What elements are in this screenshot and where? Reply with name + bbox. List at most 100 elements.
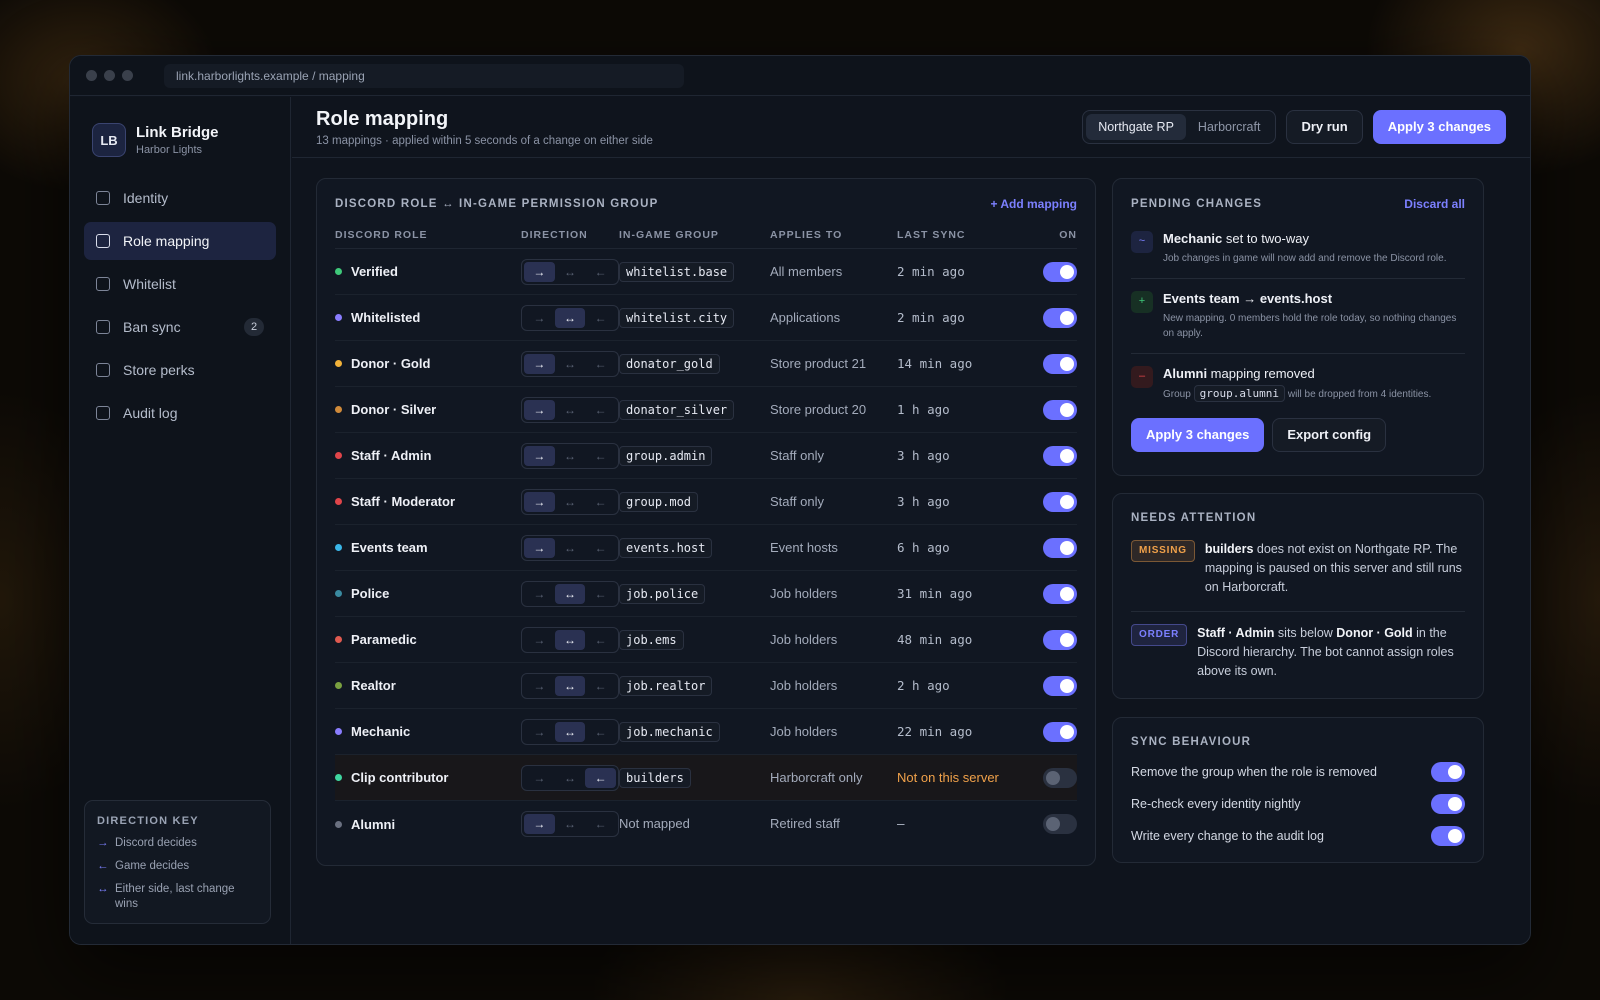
table-row[interactable]: Staff · Moderator → ↔ ← group.mod Staff only 3… [335,479,1077,525]
arrow-right-icon[interactable]: → [524,445,555,466]
discord-role-cell: Police [335,586,521,601]
arrow-left-icon[interactable]: ← [585,308,616,328]
table-row[interactable]: Verified → ↔ ← whitelist.base All members 2 mi… [335,249,1077,295]
apply-changes-button[interactable]: Apply 3 changes [1372,110,1506,144]
arrow-both-icon[interactable]: ↔ [555,262,586,282]
enabled-toggle[interactable] [1043,307,1077,328]
enabled-toggle[interactable] [1043,814,1077,834]
arrow-both-icon[interactable]: ↔ [555,538,586,558]
sidebar-item-ban-sync[interactable]: Ban sync 2 [84,308,276,346]
close-dot[interactable] [86,70,97,81]
enabled-toggle[interactable] [1043,675,1077,696]
table-row[interactable]: Events team → ↔ ← events.host Event hosts 6 h … [335,525,1077,571]
enabled-toggle[interactable] [1043,583,1077,604]
enabled-toggle[interactable] [1043,629,1077,650]
table-row[interactable]: Alumni → ↔ ← Not mapped Retired staff — [335,801,1077,847]
arrow-both-icon[interactable]: ↔ [555,492,586,512]
last-sync: 31 min ago [897,585,973,601]
arrow-both-icon[interactable]: ↔ [555,400,586,420]
enabled-toggle[interactable] [1043,537,1077,558]
column-header: DISCORD ROLE [335,229,428,241]
arrow-both-icon[interactable]: ↔ [555,768,586,788]
arrow-right-icon[interactable]: → [524,261,555,282]
arrow-both-icon[interactable]: ↔ [554,629,586,650]
arrow-both-icon[interactable]: ↔ [554,675,586,696]
add-mapping-link[interactable]: + Add mapping [990,197,1077,211]
discard-all-link[interactable]: Discard all [1404,197,1465,211]
arrow-right-icon[interactable]: → [524,491,555,512]
arrow-both-icon[interactable]: ↔ [555,814,586,834]
arrow-both-icon[interactable]: ↔ [555,354,586,374]
apply-changes-button-secondary[interactable]: Apply 3 changes [1131,418,1265,452]
minimize-dot[interactable] [104,70,115,81]
sync-setting-toggle[interactable] [1431,794,1465,814]
arrow-both-icon[interactable]: ↔ [554,307,586,328]
direction-key-row: → Discord decides [97,836,258,851]
app-window: link.harborlights.example / mapping LB L… [69,55,1531,945]
pending-change-item: ~ Mechanic set to two-way Job changes in g… [1131,219,1465,279]
url-bar[interactable]: link.harborlights.example / mapping [164,63,684,88]
direction-key-row: ↔ Either side, last change wins [97,882,258,912]
enabled-toggle[interactable] [1043,445,1077,466]
sidebar-item-whitelist[interactable]: Whitelist [84,265,276,303]
arrow-left-icon[interactable]: ← [585,354,616,374]
export-config-button[interactable]: Export config [1272,418,1387,452]
table-row[interactable]: Paramedic → ↔ ← job.ems Job holders 48 min ago [335,617,1077,663]
enabled-toggle[interactable] [1043,767,1077,788]
enabled-toggle[interactable] [1043,721,1077,742]
arrow-both-icon[interactable]: ↔ [554,721,586,742]
enabled-toggle[interactable] [1043,353,1077,374]
column-header: LAST SYNC [897,229,966,241]
arrow-right-icon[interactable]: → [524,814,555,834]
arrow-left-icon[interactable]: ← [585,446,616,466]
server-tab-northgate[interactable]: Northgate RP [1086,114,1186,140]
table-row[interactable]: Mechanic → ↔ ← job.mechanic Job holders 22 min… [335,709,1077,755]
sidebar-item-role-mapping[interactable]: Role mapping [84,222,276,260]
sidebar-item-audit-log[interactable]: Audit log [84,394,276,432]
sidebar-item-store-perks[interactable]: Store perks [84,351,276,389]
arrow-right-icon[interactable]: → [524,308,555,328]
ingame-group-cell: builders [619,767,770,788]
arrow-right-icon[interactable]: → [524,722,555,742]
arrow-left-icon[interactable]: ← [585,262,616,282]
table-row[interactable]: Donor · Silver → ↔ ← donator_silver Store pro… [335,387,1077,433]
server-tab-harborcraft[interactable]: Harborcraft [1186,114,1273,140]
table-row[interactable]: Whitelisted → ↔ ← whitelist.city Applications… [335,295,1077,341]
last-sync-cell: 6 h ago [897,539,1039,557]
arrow-right-icon[interactable]: → [524,768,555,788]
attention-text-part: Donor · Gold [1336,626,1413,640]
arrow-right-icon[interactable]: → [524,353,555,374]
table-row[interactable]: Realtor → ↔ ← job.realtor Job holders 2 h ago [335,663,1077,709]
table-row[interactable]: Donor · Gold → ↔ ← donator_gold Store product… [335,341,1077,387]
arrow-right-icon[interactable]: → [524,584,555,604]
direction-cell: → ↔ ← [521,718,619,745]
table-row[interactable]: Police → ↔ ← job.police Job holders 31 min ago [335,571,1077,617]
arrow-left-icon[interactable]: ← [585,492,616,512]
arrow-right-icon[interactable]: → [524,630,555,650]
arrow-left-icon[interactable]: ← [585,767,617,788]
arrow-left-icon[interactable]: ← [585,814,616,834]
arrow-both-icon[interactable]: ↔ [554,583,586,604]
arrow-left-icon[interactable]: ← [585,538,616,558]
arrow-both-icon[interactable]: ↔ [555,446,586,466]
dry-run-button[interactable]: Dry run [1286,110,1363,144]
table-row[interactable]: Staff · Admin → ↔ ← group.admin Staff only 3 h… [335,433,1077,479]
enabled-toggle[interactable] [1043,261,1077,282]
arrow-right-icon[interactable]: → [524,537,555,558]
enabled-toggle[interactable] [1043,491,1077,512]
sync-setting-toggle[interactable] [1431,762,1465,782]
sync-setting-toggle[interactable] [1431,826,1465,846]
arrow-right-icon[interactable]: → [524,676,555,696]
arrow-left-icon[interactable]: ← [585,584,616,604]
arrow-left-icon[interactable]: ← [585,722,616,742]
applies-to: Staff only [770,493,824,509]
arrow-left-icon[interactable]: ← [585,676,616,696]
arrow-left-icon[interactable]: ← [585,400,616,420]
enabled-toggle[interactable] [1043,399,1077,420]
applies-to: Job holders [770,585,838,601]
maximize-dot[interactable] [122,70,133,81]
sidebar-item-identity[interactable]: Identity [84,179,276,217]
arrow-right-icon[interactable]: → [524,399,555,420]
table-row[interactable]: Clip contributor → ↔ ← builders Harborcraft o… [335,755,1077,801]
arrow-left-icon[interactable]: ← [585,630,616,650]
